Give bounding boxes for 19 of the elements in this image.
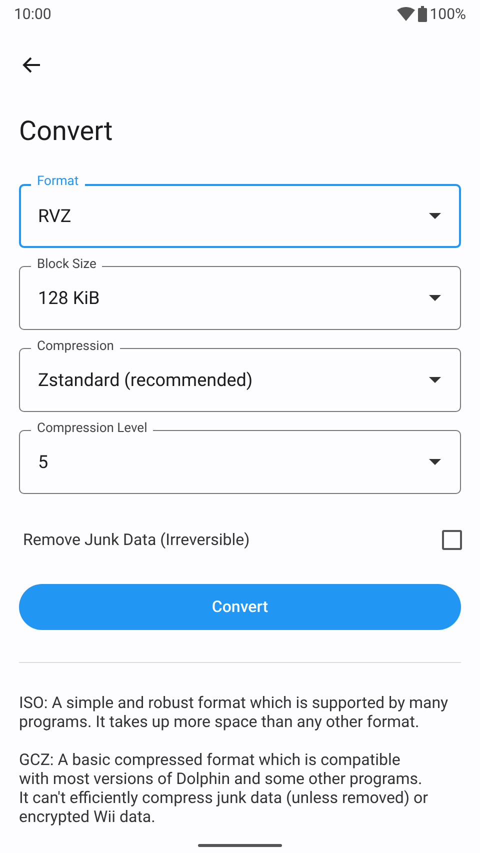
dropdown-caret-icon <box>429 377 441 383</box>
field-label: Compression <box>31 339 120 355</box>
checkbox[interactable] <box>442 530 462 550</box>
dropdown-caret-icon <box>429 295 441 301</box>
dropdown-caret-icon <box>429 213 441 219</box>
field-value: 5 <box>38 450 48 474</box>
field-value: Zstandard (recommended) <box>38 368 253 392</box>
field-value: RVZ <box>38 204 72 228</box>
status-time: 10:00 <box>14 4 52 25</box>
checkbox-label: Remove Junk Data (Irreversible) <box>23 529 250 551</box>
description-paragraph: GCZ: A basic compressed format which is compatible with most versions of Dolphin and some other programs. It can't efficiently compress junk data (unless removed) or encrypted Wii data. <box>19 750 430 826</box>
page-title: Convert <box>19 114 114 148</box>
dropdown-caret-icon <box>429 459 441 465</box>
description-paragraph: ISO: A simple and robust format which is supported by many programs. It takes up more space than any other format. <box>19 693 450 731</box>
wifi-icon <box>396 7 415 21</box>
battery-percent: 100% <box>430 4 466 25</box>
field-label: Compression Level <box>31 421 154 437</box>
battery-icon <box>418 6 427 22</box>
field-value: 128 KiB <box>38 286 100 310</box>
